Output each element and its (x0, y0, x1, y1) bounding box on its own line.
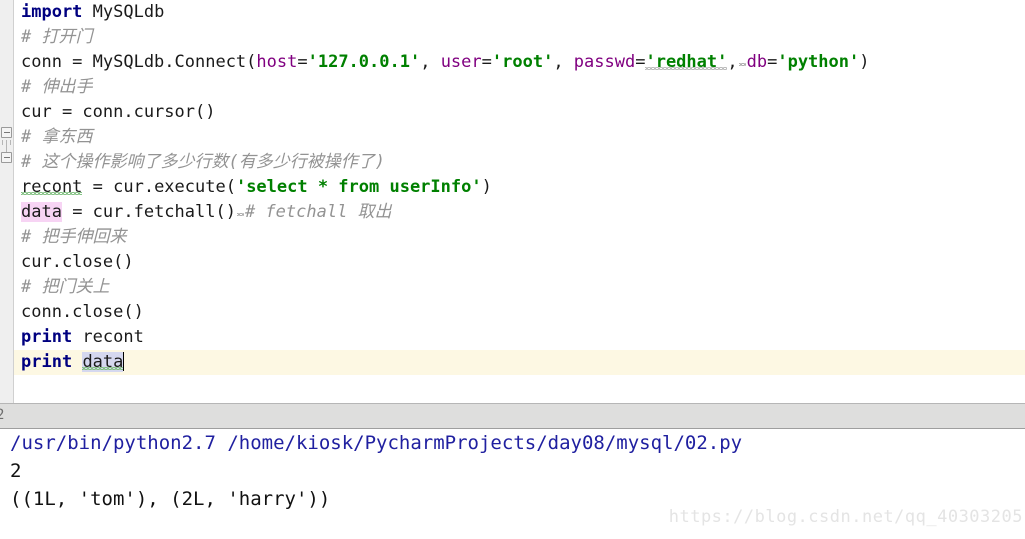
code-token: import (21, 2, 83, 22)
code-line[interactable]: print data (14, 350, 1025, 375)
console-command-line: /usr/bin/python2.7 /home/kiosk/PycharmPr… (10, 432, 743, 454)
code-line[interactable]: # 这个操作影响了多少行数(有多少行被操作了) (14, 150, 1025, 175)
code-token: print (21, 327, 73, 347)
code-token: conn = MySQLdb.Connect( (21, 52, 257, 72)
code-token: 'root' (491, 52, 554, 72)
code-line[interactable]: cur.close() (14, 250, 1025, 275)
code-token: # 把手伸回来 (21, 227, 127, 247)
code-token: # 打开门 (21, 27, 93, 47)
code-token: 'select * from userInfo' (235, 177, 482, 197)
code-token: # 拿东西 (21, 127, 93, 147)
fold-region-line (6, 140, 7, 152)
code-lines[interactable]: import MySQLdb # 打开门 conn = MySQLdb.Connec… (14, 0, 1025, 403)
code-token: cur.close() (21, 252, 134, 272)
code-line[interactable]: print recont (14, 325, 1025, 350)
code-token: '127.0.0.1' (307, 52, 421, 72)
code-token: ) (859, 52, 870, 72)
code-token: = (481, 52, 492, 72)
code-line[interactable]: recont = cur.execute('select * from user… (14, 175, 1025, 200)
console-output-line: 2 (10, 460, 22, 482)
code-token: = (635, 52, 646, 72)
code-line[interactable]: conn = MySQLdb.Connect(host='127.0.0.1',… (14, 50, 1025, 75)
code-token: print (21, 352, 73, 372)
code-token: = (297, 52, 308, 72)
code-line[interactable]: # 伸出手 (14, 75, 1025, 100)
code-token: user (440, 52, 482, 72)
code-token: = (767, 52, 778, 72)
code-token: 'python' (777, 52, 860, 72)
code-token: db (746, 52, 768, 72)
code-token: cur = conn.cursor() (21, 102, 216, 122)
code-token: # 伸出手 (21, 77, 93, 97)
code-token: recont (21, 177, 83, 197)
code-token: , (420, 52, 441, 72)
code-token: # 这个操作影响了多少行数(有多少行被操作了) (21, 152, 385, 172)
code-line[interactable]: # 把门关上 (14, 275, 1025, 300)
console-toolbar[interactable]: 2 (0, 403, 1025, 429)
editor-gutter[interactable] (0, 0, 13, 403)
code-token: # fetchall 取出 (244, 202, 392, 222)
code-line[interactable]: # 拿东西 (14, 125, 1025, 150)
code-line[interactable]: import MySQLdb (14, 0, 1025, 25)
code-token: , (727, 52, 738, 72)
pycharm-window: import MySQLdb # 打开门 conn = MySQLdb.Connec… (0, 0, 1025, 539)
code-token: data (21, 202, 62, 222)
code-token: recont (72, 327, 144, 347)
code-token: host (256, 52, 298, 72)
console-tab-label[interactable]: 2 (0, 407, 4, 423)
code-token: ) (481, 177, 492, 197)
code-line[interactable]: # 把手伸回来 (14, 225, 1025, 250)
fold-marker-comment-2[interactable] (1, 152, 12, 163)
code-line[interactable]: cur = conn.cursor() (14, 100, 1025, 125)
code-token: 'redhat' (645, 52, 728, 72)
code-token: conn.close() (21, 302, 144, 322)
code-token: MySQLdb (82, 2, 165, 22)
code-token: = cur.fetchall() (61, 202, 236, 222)
code-editor[interactable]: import MySQLdb # 打开门 conn = MySQLdb.Connec… (0, 0, 1025, 403)
code-line[interactable]: # 打开门 (14, 25, 1025, 50)
watermark-text: https://blog.csdn.net/qq_40303205 (668, 507, 1023, 527)
code-line[interactable]: conn.close() (14, 300, 1025, 325)
fold-marker-comment-1[interactable] (1, 127, 12, 138)
code-token: # 把门关上 (21, 277, 110, 297)
code-token: data (82, 352, 124, 372)
code-line[interactable]: data = cur.fetchall() # fetchall 取出 (14, 200, 1025, 225)
code-token: , (553, 52, 574, 72)
code-token: = cur.execute( (82, 177, 236, 197)
code-token: passwd (573, 52, 636, 72)
